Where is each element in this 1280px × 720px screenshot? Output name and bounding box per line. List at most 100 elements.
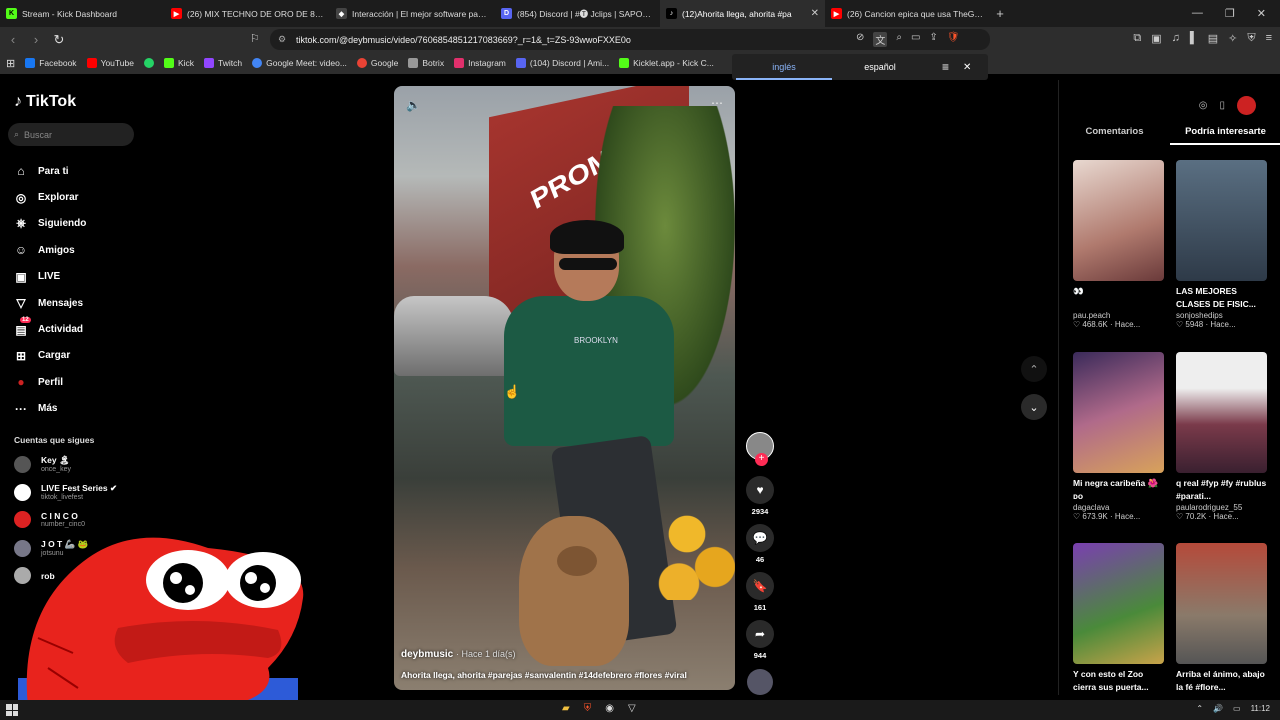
zoom-icon[interactable]: ⌕ <box>896 32 902 47</box>
browser-tab[interactable]: K Stream - Kick Dashboard <box>0 0 165 27</box>
bookmark-icon[interactable]: ⚐ <box>250 32 260 45</box>
menu-icon[interactable]: ≡ <box>1266 32 1272 45</box>
nav-item-para-ti[interactable]: ⌂ Para ti <box>14 158 86 184</box>
video-thumbnail[interactable] <box>1073 352 1164 473</box>
brave-icon[interactable]: ⛨ <box>584 703 592 714</box>
browser-tab[interactable]: ▶ (26) MIX TECHNO DE ORO DE 80's & <box>165 0 330 27</box>
bookmark-google[interactable]: Google <box>356 58 398 68</box>
share-button[interactable]: ➦ <box>746 620 774 648</box>
tab-comentarios[interactable]: Comentarios <box>1059 126 1170 145</box>
suggested-video-card[interactable]: Arriba el ánimo, abajo la fé #flore... <box>1176 543 1267 694</box>
browser-tab[interactable]: D (854) Discord | #🅣 Jclips | SAPOLIC <box>495 0 660 27</box>
nav-item-perfil[interactable]: ● Perfil <box>14 369 86 395</box>
translate-icon[interactable]: 文 <box>873 32 888 47</box>
network-icon[interactable]: ▭ <box>1233 704 1241 713</box>
suggested-video-card[interactable]: Y con esto el Zoo cierra sus puerta... <box>1073 543 1164 694</box>
comment-button[interactable]: 💬 <box>746 524 774 552</box>
card-author[interactable]: pau.peach <box>1073 311 1164 320</box>
tray-chevron-icon[interactable]: ⌃ <box>1196 704 1203 713</box>
nav-item-mas[interactable]: ··· Más <box>14 396 86 422</box>
vpn-icon[interactable]: ⛨ <box>1247 32 1255 45</box>
tab-podria-interesarte[interactable]: Podría interesarte <box>1170 126 1280 145</box>
video-thumbnail[interactable] <box>1073 543 1164 664</box>
translate-lang-target[interactable]: español <box>832 54 928 80</box>
coins-icon[interactable]: ◎ <box>1199 100 1208 111</box>
suggested-video-card[interactable]: Mi negra caribeña 🌺 ᴅᴏ dagaclava ♡ 673.9… <box>1073 352 1164 521</box>
suggested-video-card[interactable]: LAS MEJORES CLASES DE FISIC... sonjoshed… <box>1176 160 1267 329</box>
cast-icon[interactable]: ▭ <box>911 32 920 47</box>
video-thumbnail[interactable] <box>1176 543 1267 664</box>
device-icon[interactable]: ▯ <box>1219 100 1225 111</box>
extensions-icon[interactable]: ⧉ <box>1133 32 1141 45</box>
previous-video-button[interactable]: ⌃ <box>1021 356 1047 382</box>
bookmark-kicklet[interactable]: Kicklet.app - Kick C... <box>619 58 714 68</box>
music-icon[interactable]: ♫ <box>1172 32 1180 45</box>
video-player[interactable]: PROMA BROOKLYN 🔈 ⋯ deybmusic · Hace 1 dí… <box>394 86 735 690</box>
reload-icon[interactable]: ↻ <box>49 32 69 48</box>
save-button[interactable]: 🔖 <box>746 572 774 600</box>
new-tab-button[interactable]: + <box>990 6 1010 21</box>
bookmark-youtube[interactable]: YouTube <box>86 58 134 68</box>
creator-avatar[interactable]: + <box>746 432 774 466</box>
no-tracking-icon[interactable]: ⊘ <box>856 32 864 47</box>
close-tab-icon[interactable]: ✕ <box>811 8 819 19</box>
bookmark-discord[interactable]: (104) Discord | Ami... <box>515 58 609 68</box>
bookmark-google-meet[interactable]: Google Meet: video... <box>252 58 347 68</box>
suggested-video-card[interactable]: q real #fyp #fy #rublus #parati... paula… <box>1176 352 1267 521</box>
video-thumbnail[interactable] <box>1176 352 1267 473</box>
follow-plus-icon[interactable]: + <box>755 453 768 466</box>
forward-icon[interactable]: › <box>26 32 46 47</box>
video-thumbnail[interactable] <box>1073 160 1164 281</box>
bookmark-whatsapp[interactable] <box>143 58 154 68</box>
minimize-icon[interactable]: — <box>1192 7 1203 20</box>
screenshot-icon[interactable]: ▣ <box>1151 32 1161 45</box>
apps-grid-icon[interactable]: ⊞ <box>6 57 15 70</box>
video-author[interactable]: deybmusic · Hace 1 día(s) <box>401 649 516 660</box>
translate-lang-source[interactable]: inglés <box>736 54 832 80</box>
volume-icon[interactable]: 🔈 <box>406 98 421 112</box>
site-info-icon[interactable]: ⚙ <box>278 34 286 45</box>
video-thumbnail[interactable] <box>1176 160 1267 281</box>
search-input[interactable]: ⌕ Buscar <box>8 123 134 146</box>
ai-icon[interactable]: ✧ <box>1228 32 1237 45</box>
card-author[interactable]: sonjoshedips <box>1176 311 1267 320</box>
windows-start-icon[interactable] <box>6 704 18 716</box>
browser-tab[interactable]: ▶ (26) Cancion epica que usa TheGrefg <box>825 0 990 27</box>
bookmark-facebook[interactable]: Facebook <box>25 58 77 68</box>
browser-tab-active[interactable]: ♪ (12)Ahorita llega, ahorita #pa ✕ <box>660 0 825 27</box>
volume-icon[interactable]: 🔊 <box>1213 704 1223 713</box>
brave-shield-icon[interactable]: 🛡 <box>947 32 960 47</box>
followed-account[interactable]: Key 🏝 once_key <box>14 455 71 473</box>
user-avatar[interactable] <box>1237 96 1256 115</box>
bookmark-twitch[interactable]: Twitch <box>204 58 242 68</box>
suggested-video-card[interactable]: 👀 pau.peach ♡ 468.6K · Hace... <box>1073 160 1164 329</box>
clock[interactable]: 11:12 <box>1251 704 1270 713</box>
card-author[interactable]: paularodriguez_55 <box>1176 503 1267 512</box>
browser-tab[interactable]: ◆ Interacción | El mejor software para p <box>330 0 495 27</box>
more-options-icon[interactable]: ⋯ <box>711 96 723 110</box>
nav-item-mensajes[interactable]: ▽ Mensajes <box>14 290 86 316</box>
close-window-icon[interactable]: ✕ <box>1257 7 1266 20</box>
bookmark-botrix[interactable]: Botrix <box>408 58 444 68</box>
back-icon[interactable]: ‹ <box>3 32 23 47</box>
translate-menu-icon[interactable]: ≡ <box>942 60 949 74</box>
followed-account[interactable]: LIVE Fest Series ✔ tiktok_livefest <box>14 483 117 501</box>
music-disc-icon[interactable] <box>747 669 773 695</box>
restore-icon[interactable]: ❐ <box>1225 7 1235 20</box>
sidebar-icon[interactable]: ▌ <box>1190 32 1198 45</box>
nav-item-actividad[interactable]: ▤ 12 Actividad <box>14 316 86 342</box>
share-icon[interactable]: ⇪ <box>929 32 937 47</box>
bookmark-kick[interactable]: Kick <box>163 58 194 68</box>
card-author[interactable]: dagaclava <box>1073 503 1164 512</box>
nav-item-live[interactable]: ▣ LIVE <box>14 264 86 290</box>
tiktok-logo[interactable]: ♪ TikTok <box>14 93 76 111</box>
wallet-icon[interactable]: ▤ <box>1208 32 1218 45</box>
nav-item-explorar[interactable]: ◎ Explorar <box>14 184 86 210</box>
next-video-button[interactable]: ⌄ <box>1021 394 1047 420</box>
folder-icon[interactable]: ▰ <box>562 703 570 714</box>
like-button[interactable]: ♥ <box>746 476 774 504</box>
nav-item-siguiendo[interactable]: ⎈ Siguiendo <box>14 211 86 237</box>
author-name[interactable]: deybmusic <box>401 649 453 660</box>
bookmark-instagram[interactable]: Instagram <box>454 58 506 68</box>
translate-close-icon[interactable]: ✕ <box>963 62 971 73</box>
